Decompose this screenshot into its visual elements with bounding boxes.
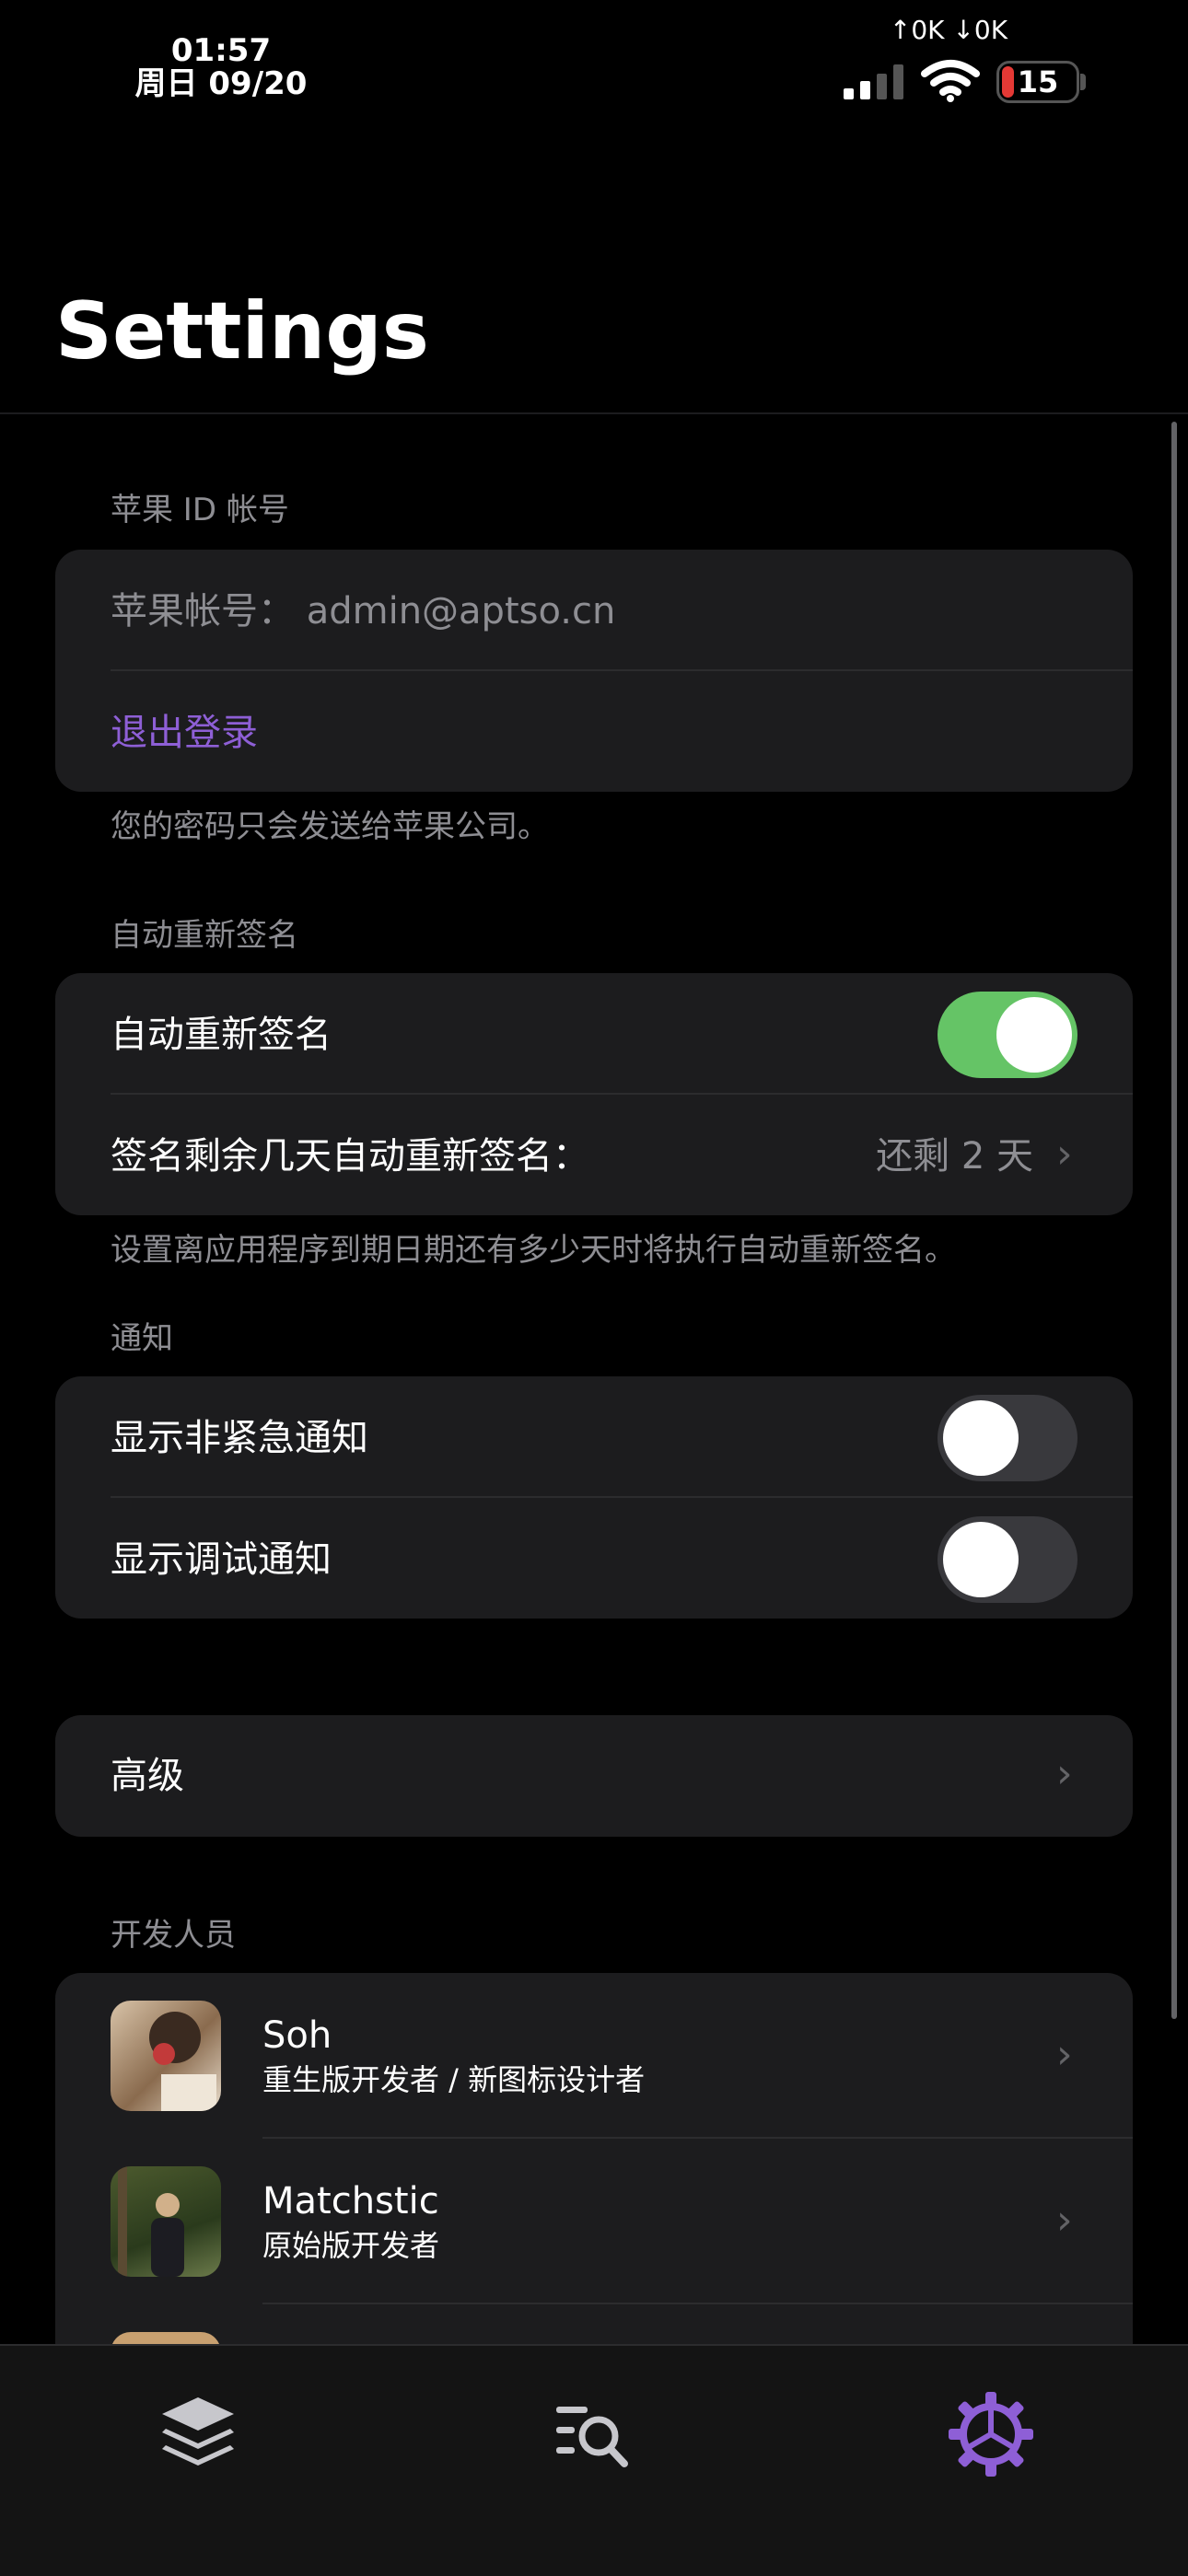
auto-resign-card: 自动重新签名 签名剩余几天自动重新签名： 还剩 2 天 › (55, 973, 1133, 1215)
apple-id-card: 苹果帐号： admin@aptso.cn 退出登录 (55, 550, 1133, 792)
non-urgent-toggle[interactable] (938, 1395, 1077, 1481)
auto-resign-label: 自动重新签名 (111, 1014, 332, 1056)
debug-notify-toggle[interactable] (938, 1516, 1077, 1603)
search-list-icon (556, 2407, 628, 2467)
toggle-knob (943, 1522, 1019, 1597)
header-divider (0, 412, 1188, 414)
developers-card: Soh 重生版开发者 / 新图标设计者 › Matchstic 原始版开发者 › (55, 1973, 1133, 2369)
row-divider (262, 2303, 1133, 2304)
advanced-row[interactable]: 高级 › (55, 1715, 1133, 1837)
chevron-right-icon: › (1056, 1131, 1073, 1178)
apple-account-text: 苹果帐号： admin@aptso.cn (111, 590, 616, 632)
gear-icon (949, 2392, 1033, 2477)
notifications-card: 显示非紧急通知 显示调试通知 (55, 1376, 1133, 1619)
scrollbar[interactable] (1171, 422, 1177, 2019)
chevron-right-icon: › (1056, 2031, 1073, 2078)
page-title: Settings (55, 285, 429, 377)
tab-sources[interactable] (157, 2392, 239, 2475)
battery-indicator: 15 (996, 61, 1079, 103)
logout-button[interactable]: 退出登录 (111, 710, 258, 756)
advanced-label: 高级 (111, 1755, 184, 1797)
section-header-notifications: 通知 (111, 1320, 173, 1357)
auto-resign-footer: 设置离应用程序到期日期还有多少天时将执行自动重新签名。 (111, 1232, 956, 1269)
row-divider (111, 669, 1133, 671)
developer-role: 重生版开发者 / 新图标设计者 (262, 2062, 646, 2097)
battery-tip (1080, 74, 1086, 90)
auto-resign-toggle[interactable] (938, 992, 1077, 1078)
apple-id-footer: 您的密码只会发送给苹果公司。 (111, 808, 549, 845)
developer-role: 原始版开发者 (262, 2228, 440, 2263)
resign-days-label[interactable]: 签名剩余几天自动重新签名： (111, 1133, 589, 1179)
status-date: 周日 09/20 (134, 65, 308, 102)
row-divider (111, 1496, 1133, 1498)
resign-days-value[interactable]: 还剩 2 天 (876, 1133, 1033, 1179)
avatar (111, 2001, 221, 2111)
section-header-auto-resign: 自动重新签名 (111, 917, 298, 954)
row-divider (111, 1093, 1133, 1095)
section-header-apple-id: 苹果 ID 帐号 (111, 492, 289, 528)
battery-percent: 15 (1017, 64, 1059, 99)
row-divider (262, 2137, 1133, 2139)
developer-name: Matchstic (262, 2180, 439, 2222)
network-speed: ↑0K ↓0K (889, 15, 1008, 45)
toggle-knob (996, 997, 1072, 1073)
chevron-right-icon: › (1056, 2197, 1073, 2244)
status-time: 01:57 (170, 32, 272, 69)
wifi-icon (921, 60, 980, 102)
cellular-signal-icon (844, 64, 903, 99)
tab-settings[interactable] (947, 2390, 1035, 2478)
non-urgent-label: 显示非紧急通知 (111, 1417, 368, 1459)
developer-name: Soh (262, 2014, 332, 2057)
tab-search[interactable] (551, 2394, 634, 2477)
chevron-right-icon: › (1056, 1750, 1073, 1797)
avatar (111, 2166, 221, 2277)
layers-icon (162, 2397, 234, 2466)
toggle-knob (943, 1400, 1019, 1476)
section-header-developers: 开发人员 (111, 1917, 236, 1954)
tab-bar (0, 2344, 1188, 2576)
debug-notify-label: 显示调试通知 (111, 1538, 332, 1581)
